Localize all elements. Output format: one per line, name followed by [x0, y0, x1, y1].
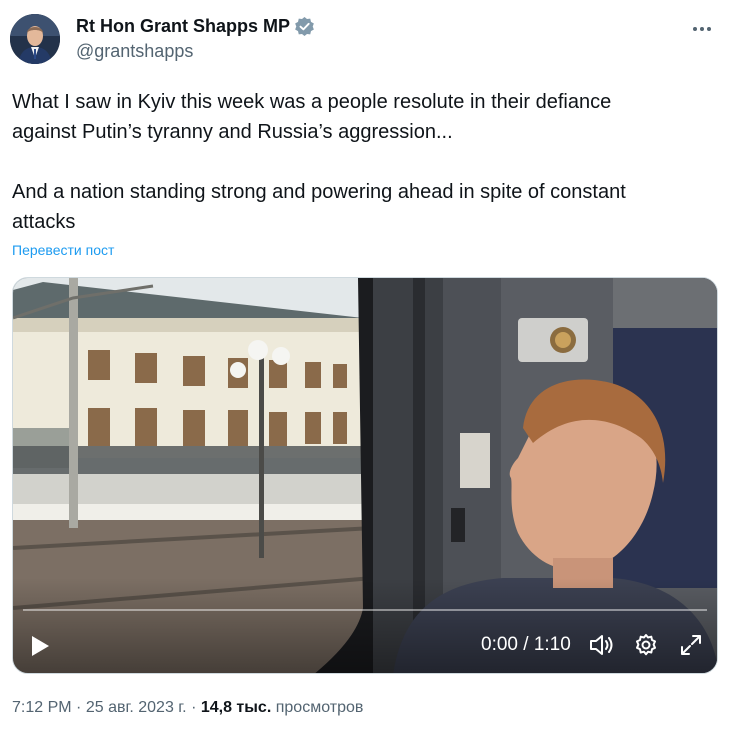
author-handle[interactable]: @grantshapps	[76, 41, 193, 62]
video-frame	[13, 278, 717, 673]
verified-badge-icon	[295, 16, 314, 37]
play-icon[interactable]	[27, 633, 53, 659]
views-count: 14,8 тыс.	[200, 699, 272, 716]
tweet-header: Rt Hon Grant Shapps MP @grantshapps	[10, 12, 719, 68]
tweet-text-line: What I saw in Kyiv this week was a peopl…	[12, 91, 612, 113]
tweet-text-line: And a nation standing strong and powerin…	[12, 181, 626, 203]
tweet-text: What I saw in Kyiv this week was a peopl…	[12, 87, 712, 237]
ukraine-flag-icon	[79, 212, 105, 230]
volume-icon[interactable]	[587, 631, 615, 659]
separator: ·	[191, 699, 197, 716]
video-player[interactable]: 0:00 / 1:10	[12, 277, 718, 674]
author-display-name[interactable]: Rt Hon Grant Shapps MP	[76, 16, 290, 37]
more-options-icon[interactable]	[685, 18, 719, 40]
tweet-text-line: against Putin’s tyranny and Russia’s agg…	[12, 121, 453, 143]
video-time: 0:00 / 1:10	[481, 634, 571, 655]
tweet-time[interactable]: 7:12 PM	[12, 699, 72, 716]
views-label: просмотров	[275, 699, 364, 716]
video-controls: 0:00 / 1:10	[13, 617, 717, 673]
separator: ·	[76, 699, 82, 716]
settings-gear-icon[interactable]	[632, 631, 660, 659]
video-progress-bar[interactable]	[23, 609, 707, 611]
fullscreen-icon[interactable]	[677, 631, 705, 659]
tweet-date[interactable]: 25 авг. 2023 г.	[86, 699, 187, 716]
author-name-row[interactable]: Rt Hon Grant Shapps MP	[76, 16, 315, 37]
tweet-text-line-last: attacks	[12, 207, 712, 237]
tweet-text-span: attacks	[12, 211, 76, 233]
translate-post-link[interactable]: Перевести пост	[12, 242, 114, 258]
avatar[interactable]	[10, 14, 60, 64]
tweet-metadata: 7:12 PM · 25 авг. 2023 г. · 14,8 тыс. пр…	[12, 699, 363, 717]
